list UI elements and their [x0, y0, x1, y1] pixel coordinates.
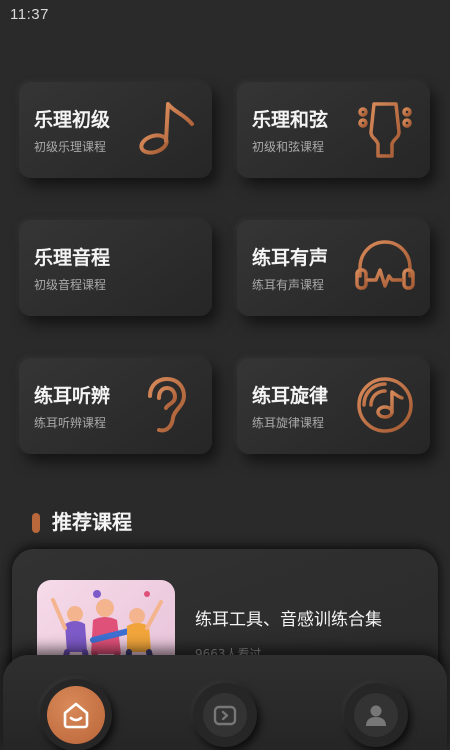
ear-icon — [136, 374, 198, 436]
card-title: 乐理和弦 — [252, 109, 329, 131]
nav-profile-button[interactable] — [344, 683, 408, 747]
bottom-navigation — [3, 655, 447, 750]
vinyl-disc-icon — [354, 374, 416, 436]
category-card-ear-listening[interactable]: 练耳听辨 练耳听辨课程 — [19, 358, 212, 454]
status-bar: 11:37 — [0, 0, 450, 30]
sound-wave-icon — [136, 236, 198, 298]
profile-icon — [354, 693, 398, 737]
course-title: 练耳工具、音感训练合集 — [195, 610, 382, 630]
headphones-icon — [354, 236, 416, 298]
card-subtitle: 练耳旋律课程 — [252, 416, 325, 430]
card-title: 练耳有声 — [252, 247, 329, 269]
music-note-icon — [136, 98, 198, 160]
card-subtitle: 初级乐理课程 — [34, 140, 107, 154]
nav-video-button[interactable] — [193, 683, 257, 747]
category-card-intervals[interactable]: 乐理音程 初级音程课程 — [19, 220, 212, 316]
category-card-ear-sound[interactable]: 练耳有声 练耳有声课程 — [237, 220, 430, 316]
card-subtitle: 练耳有声课程 — [252, 278, 325, 292]
card-subtitle: 初级音程课程 — [34, 278, 107, 292]
category-card-basic-theory[interactable]: 乐理初级 初级乐理课程 — [19, 82, 212, 178]
card-subtitle: 练耳听辨课程 — [34, 416, 107, 430]
section-title: 推荐课程 — [52, 510, 132, 534]
card-title: 乐理音程 — [34, 247, 111, 269]
guitar-headstock-icon — [354, 98, 416, 160]
category-card-chords[interactable]: 乐理和弦 初级和弦课程 — [237, 82, 430, 178]
section-accent-bar — [32, 513, 40, 533]
card-subtitle: 初级和弦课程 — [252, 140, 325, 154]
card-title: 乐理初级 — [34, 109, 111, 131]
nav-home-button[interactable] — [40, 679, 112, 750]
category-card-ear-melody[interactable]: 练耳旋律 练耳旋律课程 — [237, 358, 430, 454]
home-icon — [47, 686, 105, 744]
video-icon — [203, 693, 247, 737]
status-time: 11:37 — [10, 6, 49, 23]
card-title: 练耳听辨 — [34, 385, 111, 407]
card-title: 练耳旋律 — [252, 385, 329, 407]
